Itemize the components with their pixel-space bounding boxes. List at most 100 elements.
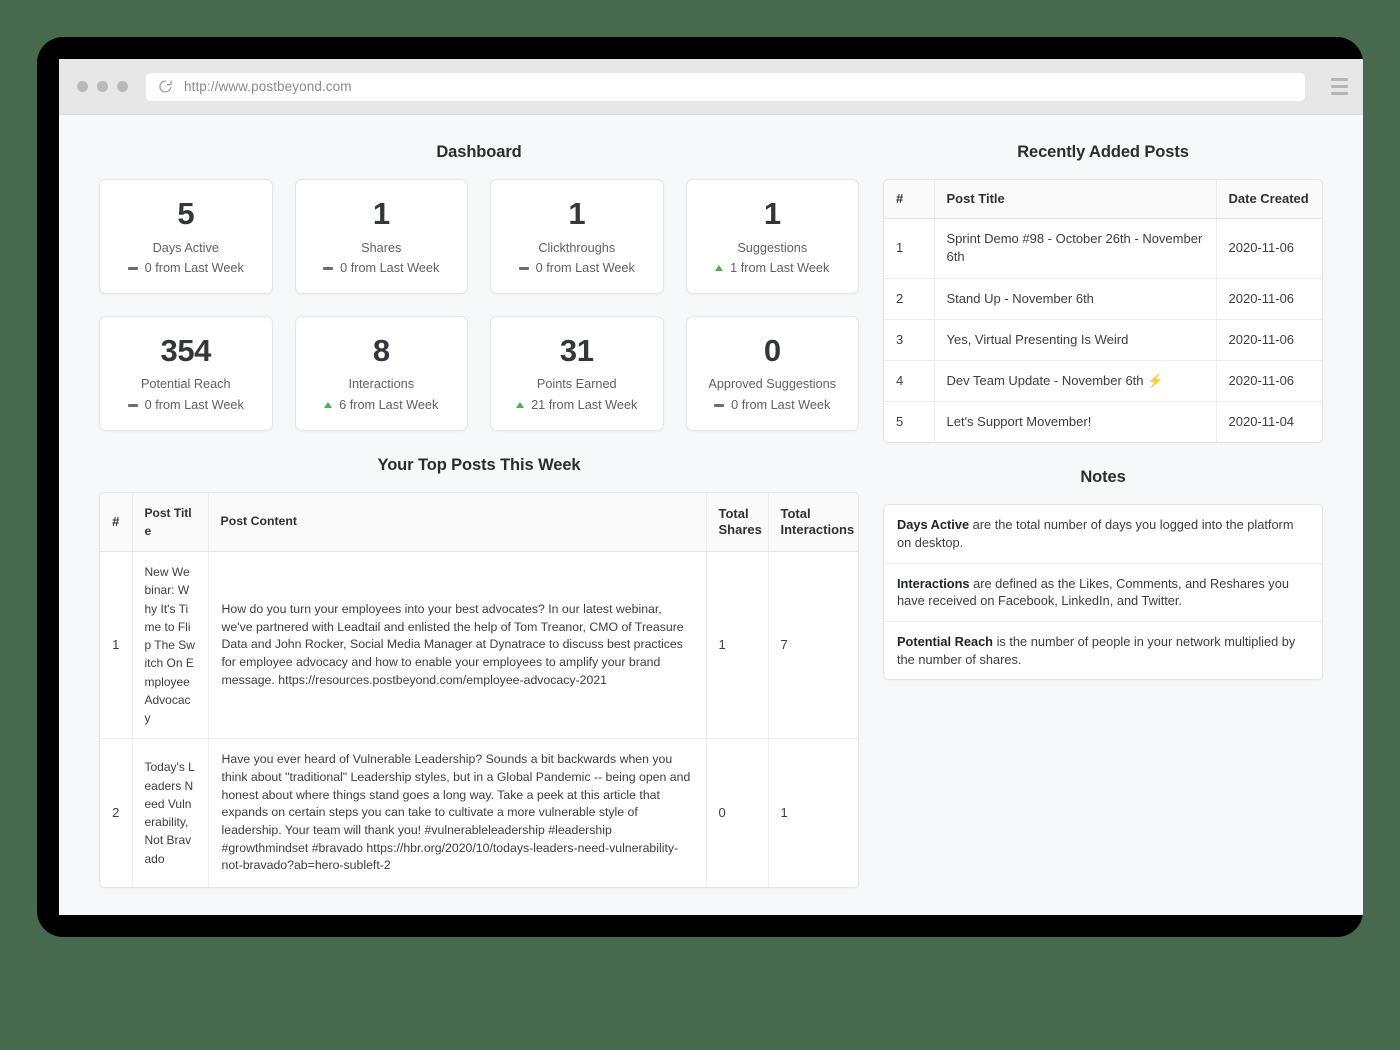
- cell-post-title: Stand Up - November 6th: [934, 278, 1217, 320]
- cell-index: 4: [884, 360, 935, 403]
- table-row[interactable]: 2 Today's Leaders Need Vulnerability, No…: [100, 738, 858, 888]
- stat-card-approved-suggestions[interactable]: 0 Approved Suggestions 0 from Last Week: [685, 315, 859, 431]
- cell-index: 3: [884, 319, 935, 362]
- column-header-post-title[interactable]: Post Title: [132, 492, 209, 553]
- stat-value: 1: [372, 196, 390, 231]
- minimize-window-button[interactable]: [97, 81, 108, 92]
- browser-chrome: http://www.postbeyond.com: [59, 59, 1363, 115]
- column-header-index[interactable]: #: [100, 492, 133, 553]
- lightning-bolt-icon: ⚡: [1147, 373, 1164, 388]
- table-row[interactable]: 1 New Webinar: Why It's Time to Flip The…: [100, 551, 858, 740]
- stat-delta: 0 from Last Week: [304, 260, 460, 277]
- cell-post-title: New Webinar: Why It's Time to Flip The S…: [132, 551, 209, 740]
- cell-index: 2: [884, 278, 935, 320]
- stat-delta: 0 from Last Week: [695, 397, 851, 414]
- dashboard-title: Dashboard: [436, 143, 522, 161]
- page-content: Dashboard 5 Days Active 0 from Last Week…: [59, 115, 1363, 914]
- table-row[interactable]: 2 Stand Up - November 6th 2020-11-06: [884, 278, 1322, 320]
- stat-row-2: 354 Potential Reach 0 from Last Week 8 I…: [99, 315, 859, 431]
- stat-label: Interactions: [348, 377, 415, 392]
- stat-label: Shares: [361, 240, 402, 255]
- column-header-post-title[interactable]: Post Title: [934, 180, 1217, 220]
- stat-value: 31: [559, 332, 594, 368]
- right-column: Recently Added Posts # Post Title Date C…: [883, 143, 1323, 681]
- reload-icon[interactable]: [158, 79, 173, 94]
- stat-delta: 21 from Last Week: [499, 397, 655, 414]
- recently-added-posts-table: # Post Title Date Created 1 Sprint Demo …: [884, 180, 1322, 443]
- note-item: Interactions are defined as the Likes, C…: [884, 564, 1322, 622]
- window-controls: [77, 81, 128, 92]
- menu-bar-1: [1330, 78, 1348, 81]
- stat-delta: 0 from Last Week: [108, 397, 264, 414]
- stat-value: 0: [763, 332, 781, 368]
- recently-added-posts-title: Recently Added Posts: [1017, 143, 1189, 161]
- table-row[interactable]: 1 Sprint Demo #98 - October 26th - Novem…: [884, 218, 1322, 279]
- column-header-index[interactable]: #: [884, 180, 935, 220]
- stat-delta-text: 6 from Last Week: [339, 397, 439, 412]
- table-row[interactable]: 3 Yes, Virtual Presenting Is Weird 2020-…: [884, 319, 1322, 362]
- post-title-text: Let's Support Movember!: [946, 414, 1092, 430]
- stat-row-1: 5 Days Active 0 from Last Week 1 Shares: [99, 179, 859, 294]
- stat-label: Days Active: [152, 240, 219, 255]
- recently-added-posts-table-head: # Post Title Date Created: [884, 180, 1322, 220]
- close-window-button[interactable]: [77, 81, 88, 92]
- cell-post-title: Yes, Virtual Presenting Is Weird: [934, 319, 1217, 362]
- stat-delta: 6 from Last Week: [304, 397, 460, 414]
- post-title-text: Yes, Virtual Presenting Is Weird: [946, 331, 1129, 347]
- table-row[interactable]: 5 Let's Support Movember! 2020-11-04: [884, 401, 1322, 443]
- stat-card-shares[interactable]: 1 Shares 0 from Last Week: [294, 179, 468, 294]
- stat-delta: 0 from Last Week: [499, 260, 655, 277]
- cell-index: 2: [100, 738, 133, 888]
- cell-total-shares: 0: [706, 738, 769, 888]
- post-title-text: Dev Team Update - November 6th: [946, 373, 1144, 388]
- stat-label: Approved Suggestions: [708, 377, 837, 392]
- flat-trend-icon: [323, 266, 334, 270]
- table-row[interactable]: 4 Dev Team Update - November 6th ⚡ 2020-…: [884, 360, 1322, 403]
- cell-post-title: Dev Team Update - November 6th ⚡: [934, 360, 1217, 403]
- column-header-total-interactions[interactable]: Total Interactions: [768, 492, 858, 553]
- stat-delta-text: 0 from Last Week: [535, 260, 635, 275]
- stat-card-points-earned[interactable]: 31 Points Earned 21 from Last Week: [490, 315, 664, 431]
- column-header-total-shares[interactable]: Total Shares: [706, 492, 769, 553]
- cell-date-created: 2020-11-06: [1216, 218, 1322, 279]
- maximize-window-button[interactable]: [117, 81, 128, 92]
- cell-post-title: Let's Support Movember!: [934, 401, 1217, 443]
- header-line-1: Total: [780, 505, 811, 521]
- top-posts-table-head: # Post Title Post Content Total Shares T…: [100, 492, 858, 553]
- recently-added-posts-table-card: # Post Title Date Created 1 Sprint Demo …: [883, 179, 1323, 444]
- top-posts-table-card: # Post Title Post Content Total Shares T…: [99, 491, 859, 889]
- note-term: Potential Reach: [897, 634, 994, 649]
- post-title-text: Sprint Demo #98 - October 26th - Novembe…: [946, 231, 1203, 265]
- stat-card-clickthroughs[interactable]: 1 Clickthroughs 0 from Last Week: [490, 179, 664, 294]
- stat-card-days-active[interactable]: 5 Days Active 0 from Last Week: [99, 179, 273, 294]
- browser-window-frame: http://www.postbeyond.com Dashboard 5 Da…: [37, 37, 1363, 937]
- top-posts-title: Your Top Posts This Week: [377, 455, 581, 474]
- stat-label: Potential Reach: [140, 377, 231, 392]
- address-bar[interactable]: http://www.postbeyond.com: [146, 72, 1305, 101]
- stat-delta-text: 1 from Last Week: [730, 260, 830, 275]
- column-header-date-created[interactable]: Date Created: [1216, 180, 1322, 220]
- cell-total-shares: 1: [706, 551, 769, 740]
- cell-date-created: 2020-11-06: [1216, 278, 1322, 320]
- header-line-2: Shares: [718, 521, 762, 537]
- stat-delta-text: 0 from Last Week: [144, 260, 244, 275]
- hamburger-menu-icon[interactable]: [1319, 59, 1359, 115]
- trend-up-icon: [324, 402, 333, 409]
- flat-trend-icon: [714, 403, 725, 407]
- stat-delta-text: 0 from Last Week: [731, 397, 831, 412]
- stat-card-potential-reach[interactable]: 354 Potential Reach 0 from Last Week: [99, 315, 273, 431]
- cell-post-title: Sprint Demo #98 - October 26th - Novembe…: [934, 218, 1217, 279]
- cell-total-interactions: 1: [780, 805, 788, 821]
- stat-delta-text: 21 from Last Week: [531, 397, 638, 412]
- cell-date-created: 2020-11-04: [1228, 414, 1295, 430]
- stat-card-suggestions[interactable]: 1 Suggestions 1 from Last Week: [685, 179, 859, 294]
- stat-delta: 0 from Last Week: [108, 260, 264, 277]
- stat-delta-text: 0 from Last Week: [340, 260, 440, 275]
- column-header-post-content[interactable]: Post Content: [208, 492, 707, 553]
- flat-trend-icon: [127, 403, 138, 407]
- cell-date-created: 2020-11-06: [1216, 319, 1322, 362]
- recently-added-posts-table-body: 1 Sprint Demo #98 - October 26th - Novem…: [884, 218, 1322, 443]
- cell-index: 5: [884, 401, 935, 443]
- stat-value: 1: [568, 196, 586, 231]
- stat-card-interactions[interactable]: 8 Interactions 6 from Last Week: [294, 315, 468, 431]
